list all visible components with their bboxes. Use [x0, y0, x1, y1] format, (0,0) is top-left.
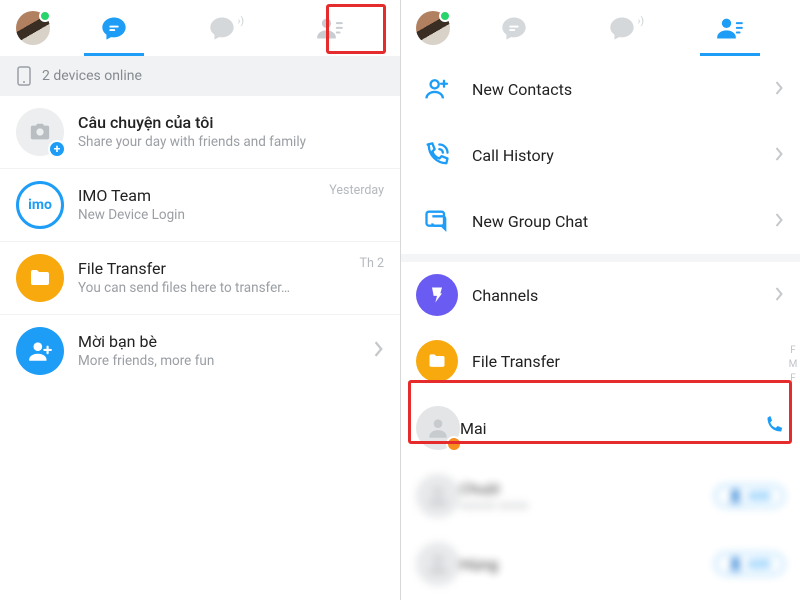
contact-row-mai[interactable]: Mai — [400, 394, 800, 462]
call-history-row[interactable]: Call History — [400, 122, 800, 188]
contact-sub: xxxxxx xxxxx — [460, 498, 715, 512]
folder-icon — [16, 254, 64, 302]
add-contact-button[interactable]: 👤 ADD — [715, 553, 784, 575]
call-button[interactable] — [762, 415, 784, 441]
invite-title: Mời bạn bè — [78, 332, 366, 352]
tab-calls[interactable]: ›) — [590, 0, 654, 56]
contact-name: Mai — [460, 419, 762, 438]
imo-logo-icon: imo — [16, 181, 64, 229]
profile-avatar[interactable] — [416, 11, 450, 45]
menu-label: Call History — [472, 146, 767, 165]
index-letter[interactable]: F — [788, 344, 798, 358]
imo-text: imo — [28, 197, 52, 213]
tab-calls[interactable]: ›) — [190, 0, 254, 56]
chevron-right-icon — [775, 146, 784, 165]
contact-row-blurred[interactable]: Chuột xxxxxx xxxxx 👤 ADD — [400, 462, 800, 530]
voice-bubble-icon — [608, 14, 636, 42]
chats-screen: ›) 2 devices online + Câu chuyện của tôi… — [0, 0, 400, 600]
chat-preview: New Device Login — [78, 206, 321, 224]
online-dot-icon — [439, 10, 451, 22]
tab-chats[interactable] — [482, 0, 546, 56]
chevron-right-icon — [374, 341, 384, 361]
tab-contacts[interactable] — [298, 0, 362, 56]
menu-label: New Contacts — [472, 80, 767, 99]
camera-icon: + — [16, 108, 64, 156]
add-label: ADD — [747, 489, 771, 503]
channels-icon — [416, 274, 458, 316]
header: ›) — [0, 0, 400, 56]
index-letter[interactable]: M — [788, 358, 798, 372]
tab-bar: ›) — [60, 0, 384, 56]
contact-name: Hùng — [460, 555, 715, 574]
menu-label: New Group Chat — [472, 212, 767, 231]
group-chat-icon — [416, 200, 458, 242]
add-label: ADD — [747, 557, 771, 571]
story-title: Câu chuyện của tôi — [78, 113, 384, 133]
devices-online-bar[interactable]: 2 devices online — [0, 56, 400, 96]
contact-row-blurred[interactable]: Hùng 👤 ADD — [400, 530, 800, 598]
new-contacts-icon — [416, 68, 458, 110]
invite-subtitle: More friends, more fun — [78, 352, 366, 370]
contact-avatar — [416, 542, 460, 586]
contacts-icon — [316, 14, 344, 42]
add-contact-button[interactable]: 👤 ADD — [715, 485, 784, 507]
contact-name: Chuột — [460, 480, 715, 498]
channels-row[interactable]: Channels — [400, 262, 800, 328]
add-user-icon — [16, 327, 64, 375]
section-separator — [400, 254, 800, 262]
new-group-chat-row[interactable]: New Group Chat — [400, 188, 800, 254]
contacts-screen: ›) New Contacts Call History New Group C… — [400, 0, 800, 600]
menu-label: File Transfer — [472, 352, 784, 371]
plus-badge-icon: + — [48, 140, 66, 158]
recent-badge-icon — [446, 436, 462, 452]
devices-online-text: 2 devices online — [42, 68, 142, 84]
menu-label: Channels — [472, 286, 767, 305]
sound-wave-icon: ›) — [637, 16, 644, 27]
alpha-index[interactable]: F M F — [788, 344, 798, 386]
invite-friends-row[interactable]: Mời bạn bè More friends, more fun — [0, 315, 400, 387]
chevron-right-icon — [775, 80, 784, 99]
call-history-icon — [416, 134, 458, 176]
chevron-right-icon — [775, 286, 784, 305]
chat-timestamp: Yesterday — [329, 183, 384, 198]
my-story-row[interactable]: + Câu chuyện của tôi Share your day with… — [0, 96, 400, 169]
chevron-right-icon — [775, 212, 784, 231]
contacts-icon — [716, 14, 744, 42]
contact-avatar — [416, 474, 460, 518]
chat-row-file-transfer[interactable]: File Transfer You can send files here to… — [0, 242, 400, 315]
chat-bubble-icon — [500, 14, 528, 42]
sound-wave-icon: ›) — [237, 16, 244, 27]
tab-bar: ›) — [460, 0, 784, 56]
chat-name: IMO Team — [78, 186, 321, 206]
story-subtitle: Share your day with friends and family — [78, 133, 384, 151]
folder-icon — [416, 340, 458, 382]
chat-bubble-icon — [100, 14, 128, 42]
tab-contacts[interactable] — [698, 0, 762, 56]
chat-name: File Transfer — [78, 259, 352, 279]
index-letter[interactable]: F — [788, 372, 798, 386]
chat-preview: You can send files here to transfer… — [78, 279, 352, 297]
device-icon — [16, 66, 32, 86]
profile-avatar[interactable] — [16, 11, 50, 45]
chat-row-imo-team[interactable]: imo IMO Team New Device Login Yesterday — [0, 169, 400, 242]
voice-bubble-icon — [208, 14, 236, 42]
contact-avatar — [416, 406, 460, 450]
file-transfer-row[interactable]: File Transfer — [400, 328, 800, 394]
header: ›) — [400, 0, 800, 56]
online-dot-icon — [39, 10, 51, 22]
tab-chats[interactable] — [82, 0, 146, 56]
chat-timestamp: Th 2 — [360, 256, 384, 271]
new-contacts-row[interactable]: New Contacts — [400, 56, 800, 122]
pane-divider — [400, 0, 401, 600]
